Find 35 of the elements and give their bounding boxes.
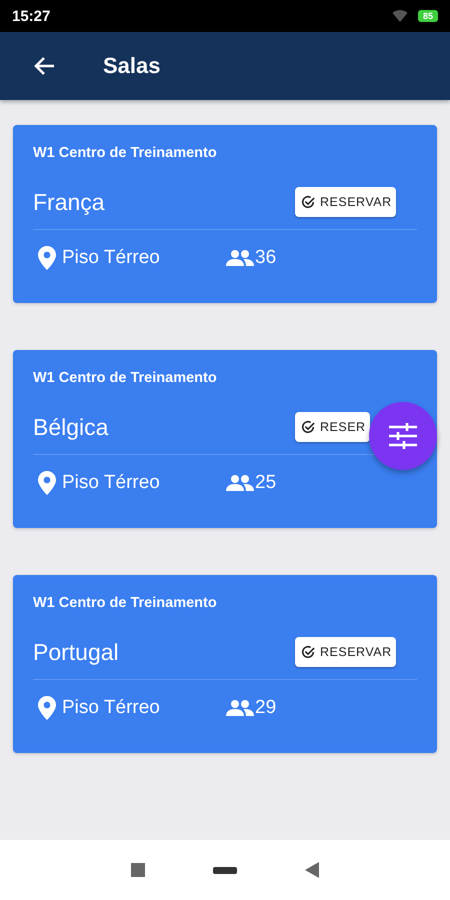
floor-label: Piso Térreo [62, 247, 161, 269]
building-name: W1 Centro de Treinamento [33, 145, 218, 161]
building-name: W1 Centro de Treinamento [33, 370, 218, 386]
battery-indicator: 85 [418, 10, 438, 22]
people-icon [226, 700, 254, 716]
wifi-icon [392, 9, 408, 23]
room-card[interactable]: W1 Centro de Treinamento Portugal RESERVAR Piso Térreo 29 [13, 575, 437, 753]
room-card[interactable]: W1 Centro de Treinamento França RESERVAR Piso Térreo 36 [13, 125, 437, 303]
back-arrow-icon[interactable] [33, 56, 55, 76]
room-name: Bélgica [33, 414, 108, 440]
capacity-count: 29 [255, 697, 276, 719]
people-icon [226, 250, 254, 266]
reserve-button[interactable]: RESERVAR [295, 637, 396, 667]
room-name: Portugal [33, 638, 119, 666]
reserve-button[interactable]: RESER [295, 412, 370, 442]
page-title: Salas [103, 53, 160, 79]
location-pin-icon [38, 246, 56, 270]
people-icon [226, 475, 254, 491]
room-card[interactable]: W1 Centro de Treinamento Bélgica RESER Piso Térreo 25 [13, 350, 437, 528]
status-time: 15:27 [12, 8, 50, 24]
capacity-count: 25 [255, 472, 276, 494]
floor-label: Piso Térreo [62, 472, 161, 494]
back-icon[interactable] [305, 862, 319, 878]
check-circle-icon [301, 420, 315, 434]
check-circle-icon [301, 645, 315, 659]
floor-label: Piso Térreo [62, 697, 161, 719]
reserve-button[interactable]: RESERVAR [295, 187, 396, 217]
room-name: França [33, 188, 105, 216]
sliders-icon [388, 423, 418, 449]
home-icon[interactable] [213, 866, 237, 874]
check-circle-icon [301, 195, 315, 209]
location-pin-icon [38, 696, 56, 720]
building-name: W1 Centro de Treinamento [33, 595, 218, 611]
location-pin-icon [38, 471, 56, 495]
capacity-count: 36 [255, 247, 276, 269]
